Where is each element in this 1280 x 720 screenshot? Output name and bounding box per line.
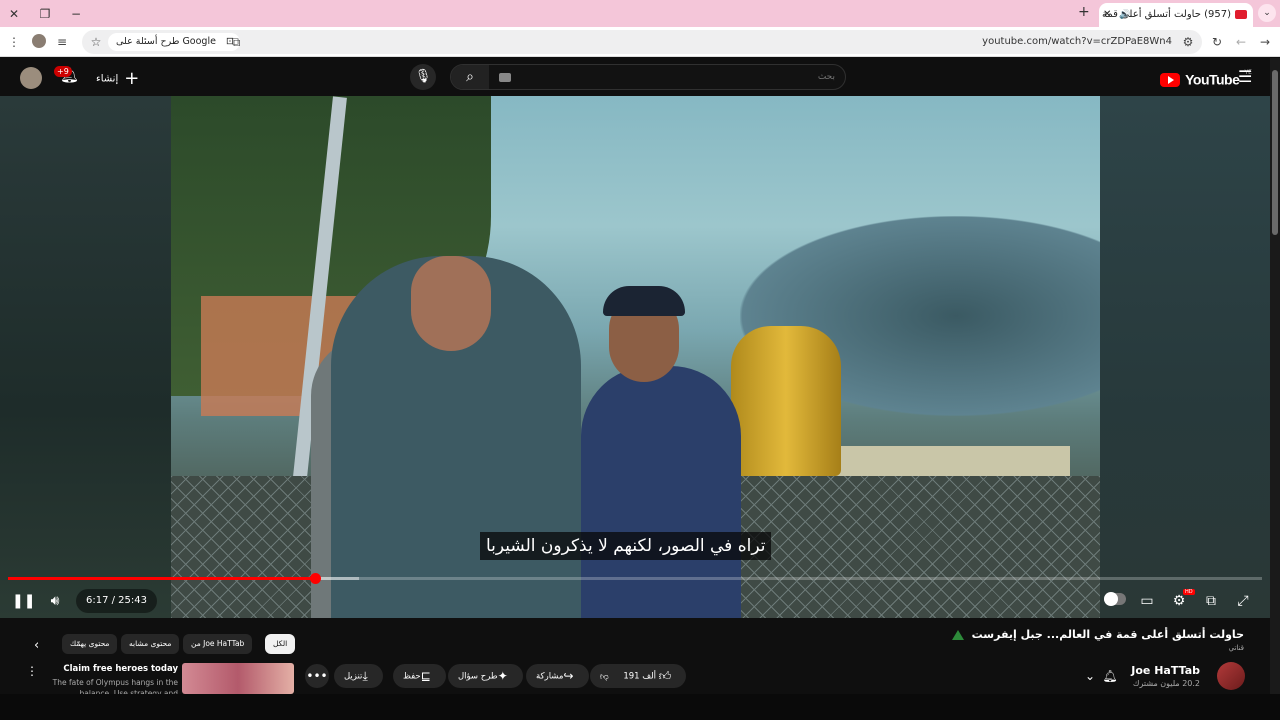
browser-menu-icon[interactable]: ⋮ — [4, 31, 24, 53]
search-button[interactable]: ⌕ — [451, 65, 489, 89]
close-tab-icon[interactable]: ✕ — [1103, 3, 1111, 27]
played-bar — [8, 577, 316, 580]
plus-icon: + — [124, 68, 140, 89]
close-window-icon[interactable]: ✕ — [4, 4, 24, 24]
person-left — [331, 256, 581, 618]
ad-title[interactable]: Claim free heroes today — [48, 664, 178, 674]
miniplayer-icon[interactable]: ⧉ — [1201, 590, 1221, 612]
autoplay-toggle[interactable] — [1104, 592, 1126, 606]
caption-text: تراه في الصور، لكنهم لا يذكرون الشيربا — [480, 532, 772, 560]
bookmark-star-icon[interactable]: ☆ — [86, 31, 106, 53]
fullscreen-icon[interactable]: ⤢ — [1233, 590, 1253, 612]
video-title: حاولت أتسلق أعلى قمة في العالم... جبل إي… — [951, 628, 1244, 641]
download-button[interactable]: تنزيل⤓ — [334, 664, 383, 688]
search-input[interactable] — [495, 67, 835, 87]
notification-count-badge: +9 — [54, 66, 72, 77]
youtube-wordmark: YouTube — [1185, 71, 1240, 88]
address-bar[interactable]: ☆ طرح أسئلة على Google ⊡ ⧉ youtube.com/w… — [82, 30, 1202, 54]
video-tagline[interactable]: قناتي — [1229, 644, 1244, 652]
chip-from-channel[interactable]: من Joe HaTTab — [183, 634, 253, 654]
share-button[interactable]: مشاركة↪ — [526, 664, 589, 688]
tab-search-button[interactable]: ⌄ — [1258, 4, 1276, 22]
subscribe-dropdown-chevron-icon[interactable]: ⌄ — [1078, 664, 1102, 688]
more-actions-icon[interactable]: ••• — [305, 664, 329, 688]
golden-statues — [731, 326, 841, 476]
below-player: حاولت أتسلق أعلى قمة في العالم... جبل إي… — [0, 618, 1270, 694]
person-left-head — [411, 256, 491, 351]
download-label: تنزيل — [344, 671, 363, 682]
volume-icon[interactable]: 🔊︎ — [44, 590, 66, 612]
ask-button[interactable]: طرح سؤال✦ — [448, 664, 523, 688]
back-icon[interactable]: → — [1255, 31, 1275, 53]
mountain-emoji-icon — [951, 630, 964, 640]
like-icon[interactable]: 👍︎ — [659, 669, 672, 683]
restore-window-icon[interactable]: ❐ — [35, 4, 55, 24]
site-settings-icon[interactable]: ⚙ — [1178, 31, 1198, 53]
hd-badge: HD — [1183, 589, 1195, 595]
create-label: إنشاء — [96, 73, 119, 85]
chip-all[interactable]: الكل — [265, 634, 296, 654]
share-label: مشاركة — [536, 671, 564, 682]
dislike-icon[interactable]: 👎︎ — [600, 672, 609, 682]
ask-label: طرح سؤال — [458, 671, 498, 682]
new-tab-button[interactable]: + — [1078, 4, 1090, 20]
save-button[interactable]: حفظ⊑ — [393, 664, 446, 688]
person-right-cap — [603, 286, 685, 316]
video-player[interactable]: تراه في الصور، لكنهم لا يذكرون الشيربا ❚… — [0, 96, 1270, 618]
save-label: حفظ — [403, 671, 421, 682]
bookmark-icon: ⊑ — [420, 669, 431, 683]
forward-icon[interactable]: ← — [1231, 31, 1251, 53]
chip-similar[interactable]: محتوى مشابه — [121, 634, 180, 654]
download-icon: ⤓ — [362, 669, 368, 683]
youtube-header: 🔔︎ +9 إنشاء+ 🎙︎ ⌕ YouTube YE ☰ — [0, 58, 1270, 96]
guide-menu-icon[interactable]: ☰ — [1238, 67, 1252, 86]
ad-thumbnail[interactable] — [182, 663, 294, 694]
minimize-window-icon[interactable]: − — [66, 4, 86, 24]
youtube-play-logo-icon — [1160, 72, 1180, 87]
chip-for-you[interactable]: محتوى يهمّك — [62, 634, 118, 654]
ad-description: The fate of Olympus hangs in the balance… — [52, 678, 178, 694]
create-button[interactable]: إنشاء + — [96, 68, 139, 89]
reading-list-icon[interactable]: ≡ — [52, 31, 72, 53]
person-right — [581, 286, 741, 618]
like-count[interactable]: 191 ألف — [623, 672, 656, 682]
browser-profile-avatar[interactable] — [32, 34, 46, 48]
time-display: 6:17 / 25:43 — [76, 589, 158, 613]
install-app-icon[interactable]: ⧉ — [226, 31, 246, 53]
youtube-favicon-icon — [1235, 10, 1247, 19]
share-icon: ↪ — [563, 669, 574, 683]
voice-search-icon[interactable]: 🎙︎ — [410, 64, 436, 90]
ambient-glow-left — [0, 96, 171, 618]
browser-toolbar: ⋮ ≡ ☆ طرح أسئلة على Google ⊡ ⧉ youtube.c… — [0, 27, 1280, 57]
audio-playing-icon[interactable]: 🔊 — [1119, 3, 1130, 27]
reload-icon[interactable]: ↻ — [1207, 31, 1227, 53]
pause-icon[interactable]: ❚❚ — [12, 590, 35, 612]
ad-more-icon[interactable]: ⋮ — [26, 664, 38, 678]
ambient-glow-right — [1100, 96, 1270, 618]
page-scrollbar[interactable] — [1270, 58, 1280, 694]
like-dislike-group: 👎︎ 191 ألف 👍︎ — [590, 664, 687, 688]
chevron-left-icon[interactable]: ‹ — [34, 638, 39, 653]
browser-tab-youtube[interactable]: (957) حاولت أتسلق أعلى قمة 🔊 ✕ — [1099, 3, 1253, 27]
progress-bar[interactable] — [8, 573, 1262, 584]
ask-google-chip[interactable]: طرح أسئلة على Google ⊡ — [108, 33, 240, 51]
channel-avatar[interactable] — [1217, 662, 1245, 690]
channel-name[interactable]: Joe HaTTab — [1131, 664, 1200, 677]
browser-tab-bar: ✕ ❐ − + (957) حاولت أتسلق أعلى قمة 🔊 ✕ ⌄ — [0, 0, 1280, 27]
search-box: ⌕ — [450, 64, 846, 90]
account-avatar[interactable] — [20, 67, 42, 89]
scrollbar-thumb[interactable] — [1272, 70, 1278, 235]
ask-google-label: طرح أسئلة على Google — [116, 36, 216, 47]
subtitles-icon[interactable]: ▭ — [1137, 590, 1157, 612]
url-text: youtube.com/watch?v=crZDPaE8Wn4 — [982, 36, 1172, 47]
bottom-edge — [0, 694, 1280, 720]
sparkle-icon: ✦ — [497, 669, 508, 683]
video-title-text: حاولت أتسلق أعلى قمة في العالم... جبل إي… — [971, 628, 1244, 641]
subscriber-count: 20.2 مليون مشترك — [1132, 679, 1200, 688]
